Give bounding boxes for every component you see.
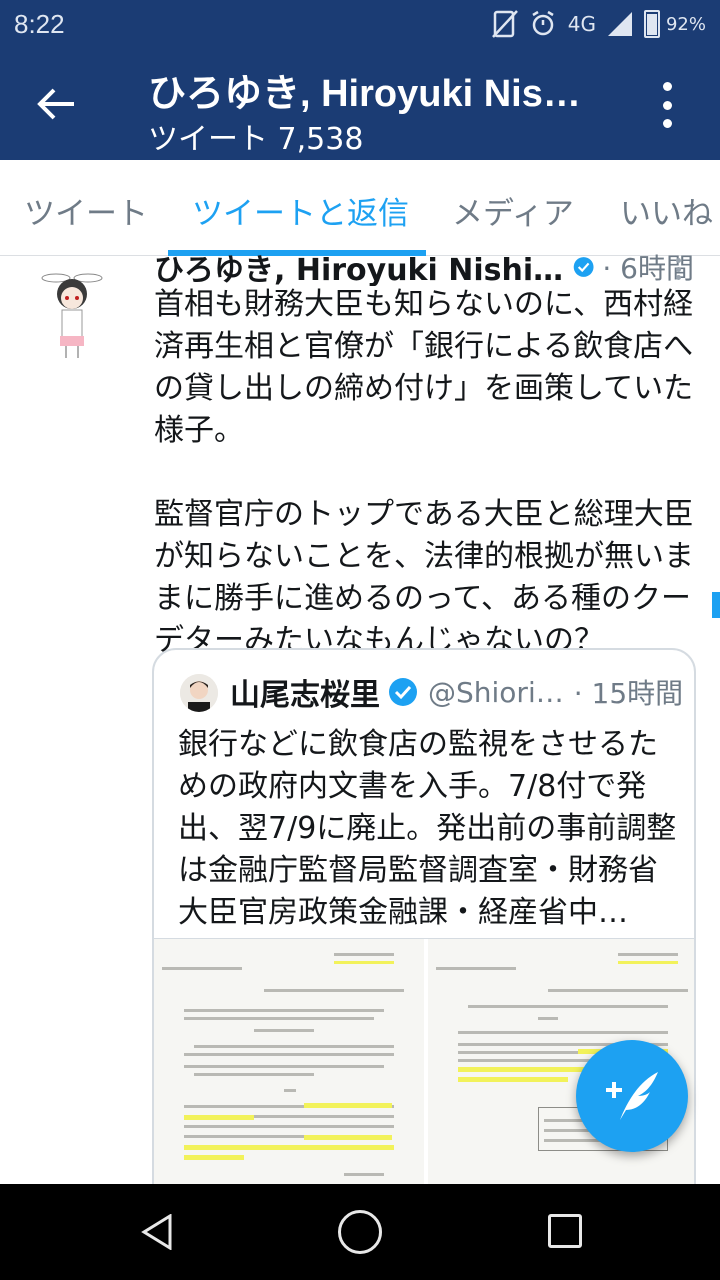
scrollbar-thumb[interactable]: [712, 592, 720, 618]
quoted-author-name: 山尾志桜里: [230, 678, 380, 713]
battery-icon: [643, 10, 660, 38]
tab-media[interactable]: メディア: [452, 188, 574, 233]
status-icons: 4G 92%: [491, 10, 706, 38]
app-bar: ひろゆき, Hiroyuki Nis… ツイート 7,538: [0, 48, 720, 160]
more-options-icon[interactable]: [656, 82, 678, 128]
author-name[interactable]: ひろゆき, Hiroyuki Nishi…: [154, 248, 563, 286]
nav-home-icon[interactable]: [338, 1210, 382, 1254]
no-sim-icon: [491, 10, 518, 38]
compose-tweet-button[interactable]: [576, 1040, 688, 1152]
network-label: 4G: [567, 12, 596, 36]
tweet-options-icon[interactable]: [676, 258, 684, 280]
battery-percent: 92%: [665, 13, 706, 35]
compose-feather-icon: [606, 1072, 658, 1120]
tab-tweets[interactable]: ツイート: [24, 188, 148, 233]
tweet-text: 首相も財務大臣も知らないのに、西村経済再生相と官僚が「銀行による飲食店への貸し出…: [154, 287, 694, 658]
profile-title: ひろゆき, Hiroyuki Nis…: [148, 73, 581, 115]
signal-icon: [607, 12, 632, 36]
avatar[interactable]: [36, 262, 108, 362]
quoted-text: 銀行などに飲食店の監視をさせるための政府内文書を入手。7/8付で発出、翌7/9に…: [178, 727, 677, 930]
nav-back-icon[interactable]: [140, 1214, 174, 1250]
system-nav-bar: [0, 1184, 720, 1280]
status-time: 8:22: [14, 8, 65, 39]
verified-badge-icon: [573, 257, 594, 277]
status-bar: 8:22 4G 92%: [0, 0, 720, 48]
tweet-header: ひろゆき, Hiroyuki Nishi… · 6時間: [154, 248, 694, 286]
verified-badge-icon: [389, 678, 417, 706]
quoted-time: · 15時間: [573, 677, 684, 710]
back-arrow-icon[interactable]: [34, 82, 78, 126]
tab-tweets-and-replies[interactable]: ツイートと返信: [192, 188, 409, 233]
battery: 92%: [643, 10, 706, 38]
tweet-count: ツイート 7,538: [148, 122, 364, 157]
quoted-handle: @Shiori…: [428, 675, 564, 709]
alarm-icon: [532, 10, 554, 36]
quoted-header: 山尾志桜里 @Shiori… · 15時間: [230, 670, 690, 714]
tab-likes[interactable]: いいね: [620, 188, 713, 233]
quoted-avatar: [180, 674, 218, 712]
profile-tabs: ツイート ツイートと返信 メディア いいね: [0, 160, 720, 256]
nav-recents-icon[interactable]: [548, 1214, 582, 1248]
document-image-1[interactable]: [154, 939, 424, 1206]
